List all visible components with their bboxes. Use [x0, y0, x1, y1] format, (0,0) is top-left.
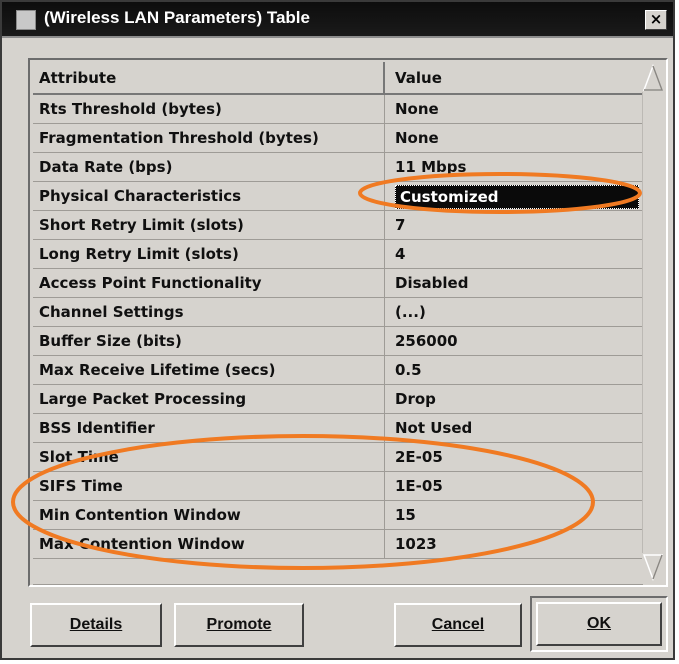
attribute-table: Attribute Value Rts Threshold (bytes) Non…: [28, 58, 668, 587]
attribute-cell[interactable]: Physical Characteristics: [33, 182, 385, 210]
table-row[interactable]: Large Packet Processing Drop: [33, 385, 643, 414]
table-row[interactable]: Min Contention Window 15: [33, 501, 643, 530]
value-cell[interactable]: 1023: [389, 530, 639, 558]
value-cell[interactable]: Not Used: [389, 414, 639, 442]
table-row[interactable]: Channel Settings (...): [33, 298, 643, 327]
vertical-scrollbar[interactable]: [642, 62, 665, 583]
title-bar[interactable]: (Wireless LAN Parameters) Table ×: [2, 2, 673, 38]
attribute-cell[interactable]: Rts Threshold (bytes): [33, 95, 385, 123]
attribute-cell[interactable]: Buffer Size (bits): [33, 327, 385, 355]
empty-table-row: [33, 562, 643, 585]
triangle-down-icon: [642, 554, 664, 582]
attribute-cell[interactable]: Max Contention Window: [33, 530, 385, 558]
table-header-row: Attribute Value: [33, 62, 643, 95]
attribute-cell[interactable]: Channel Settings: [33, 298, 385, 326]
table-row[interactable]: Access Point Functionality Disabled: [33, 269, 643, 298]
attribute-cell[interactable]: Min Contention Window: [33, 501, 385, 529]
value-cell[interactable]: None: [389, 95, 639, 123]
table-row[interactable]: Short Retry Limit (slots) 7: [33, 211, 643, 240]
table-row[interactable]: Slot Time 2E-05: [33, 443, 643, 472]
selected-value-cell[interactable]: Customized: [395, 184, 639, 209]
scroll-down-button[interactable]: [642, 553, 664, 583]
table-body: Rts Threshold (bytes) None Fragmentation T…: [33, 95, 643, 559]
column-header-attribute[interactable]: Attribute: [33, 62, 385, 93]
ok-button[interactable]: OK: [536, 602, 662, 646]
value-cell[interactable]: None: [389, 124, 639, 152]
table-row[interactable]: Fragmentation Threshold (bytes) None: [33, 124, 643, 153]
value-cell[interactable]: 256000: [389, 327, 639, 355]
promote-button[interactable]: Promote: [174, 603, 304, 647]
window-title: (Wireless LAN Parameters) Table: [44, 8, 310, 27]
value-cell[interactable]: 1E-05: [389, 472, 639, 500]
table-row[interactable]: BSS Identifier Not Used: [33, 414, 643, 443]
table-row[interactable]: Long Retry Limit (slots) 4: [33, 240, 643, 269]
value-cell[interactable]: (...): [389, 298, 639, 326]
table-row[interactable]: Data Rate (bps) 11 Mbps: [33, 153, 643, 182]
table-grid: Attribute Value Rts Threshold (bytes) Non…: [33, 62, 643, 559]
attribute-cell[interactable]: Fragmentation Threshold (bytes): [33, 124, 385, 152]
attribute-cell[interactable]: Slot Time: [33, 443, 385, 471]
cancel-button[interactable]: Cancel: [394, 603, 522, 647]
attribute-cell[interactable]: SIFS Time: [33, 472, 385, 500]
value-cell[interactable]: Disabled: [389, 269, 639, 297]
ok-button-frame: OK: [530, 596, 668, 652]
attribute-cell[interactable]: Data Rate (bps): [33, 153, 385, 181]
value-cell[interactable]: Drop: [389, 385, 639, 413]
value-cell[interactable]: 11 Mbps: [389, 153, 639, 181]
window-menu-icon[interactable]: [16, 10, 36, 30]
table-row[interactable]: Max Receive Lifetime (secs) 0.5: [33, 356, 643, 385]
attribute-cell[interactable]: Short Retry Limit (slots): [33, 211, 385, 239]
value-cell[interactable]: 0.5: [389, 356, 639, 384]
table-row[interactable]: Buffer Size (bits) 256000: [33, 327, 643, 356]
attribute-cell[interactable]: Long Retry Limit (slots): [33, 240, 385, 268]
table-row[interactable]: Max Contention Window 1023: [33, 530, 643, 559]
column-header-value[interactable]: Value: [389, 62, 639, 93]
table-row[interactable]: SIFS Time 1E-05: [33, 472, 643, 501]
value-cell[interactable]: 7: [389, 211, 639, 239]
attribute-cell[interactable]: BSS Identifier: [33, 414, 385, 442]
close-button[interactable]: ×: [645, 10, 667, 30]
value-cell[interactable]: Customized: [389, 182, 639, 210]
details-button[interactable]: Details: [30, 603, 162, 647]
scroll-track[interactable]: [642, 92, 665, 553]
scroll-up-button[interactable]: [642, 62, 664, 92]
attribute-cell[interactable]: Access Point Functionality: [33, 269, 385, 297]
value-cell[interactable]: 15: [389, 501, 639, 529]
table-row[interactable]: Physical Characteristics Customized: [33, 182, 643, 211]
value-cell[interactable]: 2E-05: [389, 443, 639, 471]
attribute-cell[interactable]: Max Receive Lifetime (secs): [33, 356, 385, 384]
table-dialog: (Wireless LAN Parameters) Table × Attrib…: [0, 0, 675, 660]
close-icon: ×: [649, 10, 663, 28]
attribute-cell[interactable]: Large Packet Processing: [33, 385, 385, 413]
table-row[interactable]: Rts Threshold (bytes) None: [33, 95, 643, 124]
triangle-up-icon: [642, 63, 664, 91]
value-cell[interactable]: 4: [389, 240, 639, 268]
